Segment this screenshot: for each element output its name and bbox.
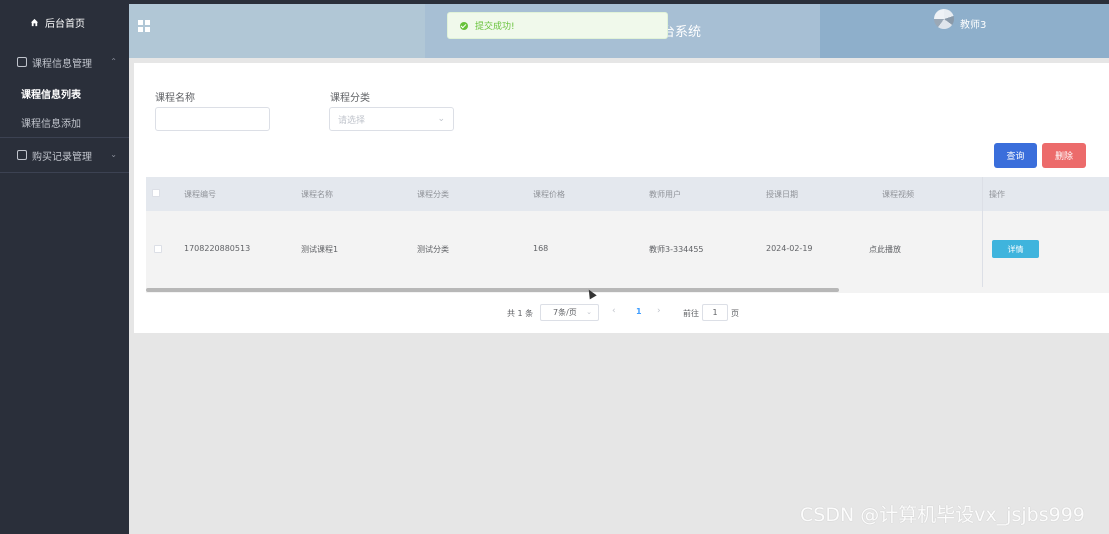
- sidebar-group-course: 课程信息管理 ⌃ 课程信息列表 课程信息添加: [0, 45, 129, 138]
- chevron-up-icon: ⌃: [110, 57, 117, 66]
- page-size-value: 7条/页: [553, 308, 577, 317]
- sidebar-item-label: 课程信息添加: [21, 119, 81, 130]
- chevron-down-icon: ⌄: [586, 308, 592, 316]
- toast-message: 提交成功!: [475, 22, 515, 32]
- scrollbar-thumb[interactable]: [146, 288, 839, 292]
- header-course-category: 课程分类: [417, 190, 449, 199]
- sidebar-group-purchase: 购买记录管理 ⌄: [0, 138, 129, 173]
- course-category-select[interactable]: 请选择 ⌄: [329, 107, 454, 131]
- header-user-band: [820, 4, 1109, 58]
- pagination-total: 共 1 条: [507, 309, 534, 318]
- sidebar-group-label: 课程信息管理: [32, 58, 92, 70]
- goto-page-input[interactable]: 1: [702, 304, 728, 321]
- query-button[interactable]: 查询: [994, 143, 1037, 168]
- header-action: 操作: [989, 190, 1005, 199]
- page-number-current[interactable]: 1: [636, 307, 642, 316]
- header-course-id: 课程编号: [184, 190, 216, 199]
- header-date: 授课日期: [766, 190, 798, 199]
- course-name-input[interactable]: [155, 107, 270, 131]
- watermark: CSDN @计算机毕设vx_jsjbs999: [800, 504, 1085, 526]
- course-category-placeholder: 请选择: [338, 115, 366, 126]
- delete-button[interactable]: 删除: [1042, 143, 1086, 168]
- sidebar-group-label: 购买记录管理: [32, 151, 92, 163]
- chevron-down-icon: ⌄: [437, 114, 445, 124]
- goto-label: 前往: [683, 309, 699, 318]
- cell-course-name: 测试课程1: [301, 245, 339, 254]
- chevron-down-icon: ⌄: [110, 150, 117, 159]
- sidebar-home[interactable]: 后台首页: [0, 0, 129, 45]
- page-size-select[interactable]: 7条/页 ⌄: [540, 304, 599, 321]
- fixed-column-divider: [982, 177, 983, 287]
- header-teacher: 教师用户: [649, 190, 681, 199]
- cell-course-category: 测试分类: [417, 245, 449, 254]
- sidebar-home-label: 后台首页: [45, 19, 85, 30]
- cell-teacher: 教师3-334455: [649, 245, 704, 254]
- success-toast: 提交成功!: [447, 12, 668, 39]
- table-header: 课程编号 课程名称 课程分类 课程价格 教师用户 授课日期 课程视频 操作: [146, 177, 1109, 211]
- menu-grid-icon[interactable]: [138, 20, 150, 32]
- user-name[interactable]: 教师3: [960, 16, 986, 31]
- header-course-price: 课程价格: [533, 190, 565, 199]
- main-panel: 课程名称 课程分类 请选择 ⌄ 查询 删除 课程编号 课程名称 课程分类 课程价…: [134, 63, 1109, 333]
- page-suffix: 页: [731, 309, 739, 318]
- course-table: 课程编号 课程名称 课程分类 课程价格 教师用户 授课日期 课程视频 操作 17…: [146, 177, 1109, 293]
- sidebar-item-course-add[interactable]: 课程信息添加: [0, 108, 129, 137]
- avatar[interactable]: [934, 9, 954, 29]
- cell-course-id: 1708220880513: [184, 244, 251, 253]
- header-video: 课程视频: [882, 190, 914, 199]
- next-page-icon[interactable]: ›: [657, 306, 661, 316]
- document-icon: [17, 57, 27, 67]
- course-category-label: 课程分类: [330, 93, 370, 104]
- home-icon: [30, 18, 39, 27]
- detail-button[interactable]: 详情: [992, 240, 1039, 258]
- table-row: 1708220880513 测试课程1 测试分类 168 教师3-334455 …: [146, 211, 1109, 287]
- header-course-name: 课程名称: [301, 190, 333, 199]
- horizontal-scrollbar[interactable]: [146, 287, 1109, 293]
- document-icon: [17, 150, 27, 160]
- check-circle-icon: [460, 21, 468, 30]
- sidebar-item-label: 课程信息列表: [21, 90, 81, 101]
- course-name-label: 课程名称: [155, 93, 195, 104]
- pagination: 共 1 条 7条/页 ⌄ ‹ 1 › 前往 1 页: [134, 303, 1109, 323]
- play-video-link[interactable]: 点此播放: [869, 244, 901, 255]
- row-checkbox[interactable]: [154, 245, 162, 253]
- select-all-checkbox[interactable]: [152, 189, 160, 197]
- sidebar-group-course-header[interactable]: 课程信息管理 ⌃: [0, 45, 129, 79]
- cell-course-price: 168: [533, 244, 549, 253]
- sidebar-item-course-list[interactable]: 课程信息列表: [0, 79, 129, 108]
- prev-page-icon[interactable]: ‹: [612, 306, 616, 316]
- sidebar-group-purchase-header[interactable]: 购买记录管理 ⌄: [0, 138, 129, 172]
- sidebar: 后台首页 课程信息管理 ⌃ 课程信息列表 课程信息添加 购买记录管理 ⌄: [0, 0, 129, 534]
- cell-date: 2024-02-19: [766, 244, 813, 253]
